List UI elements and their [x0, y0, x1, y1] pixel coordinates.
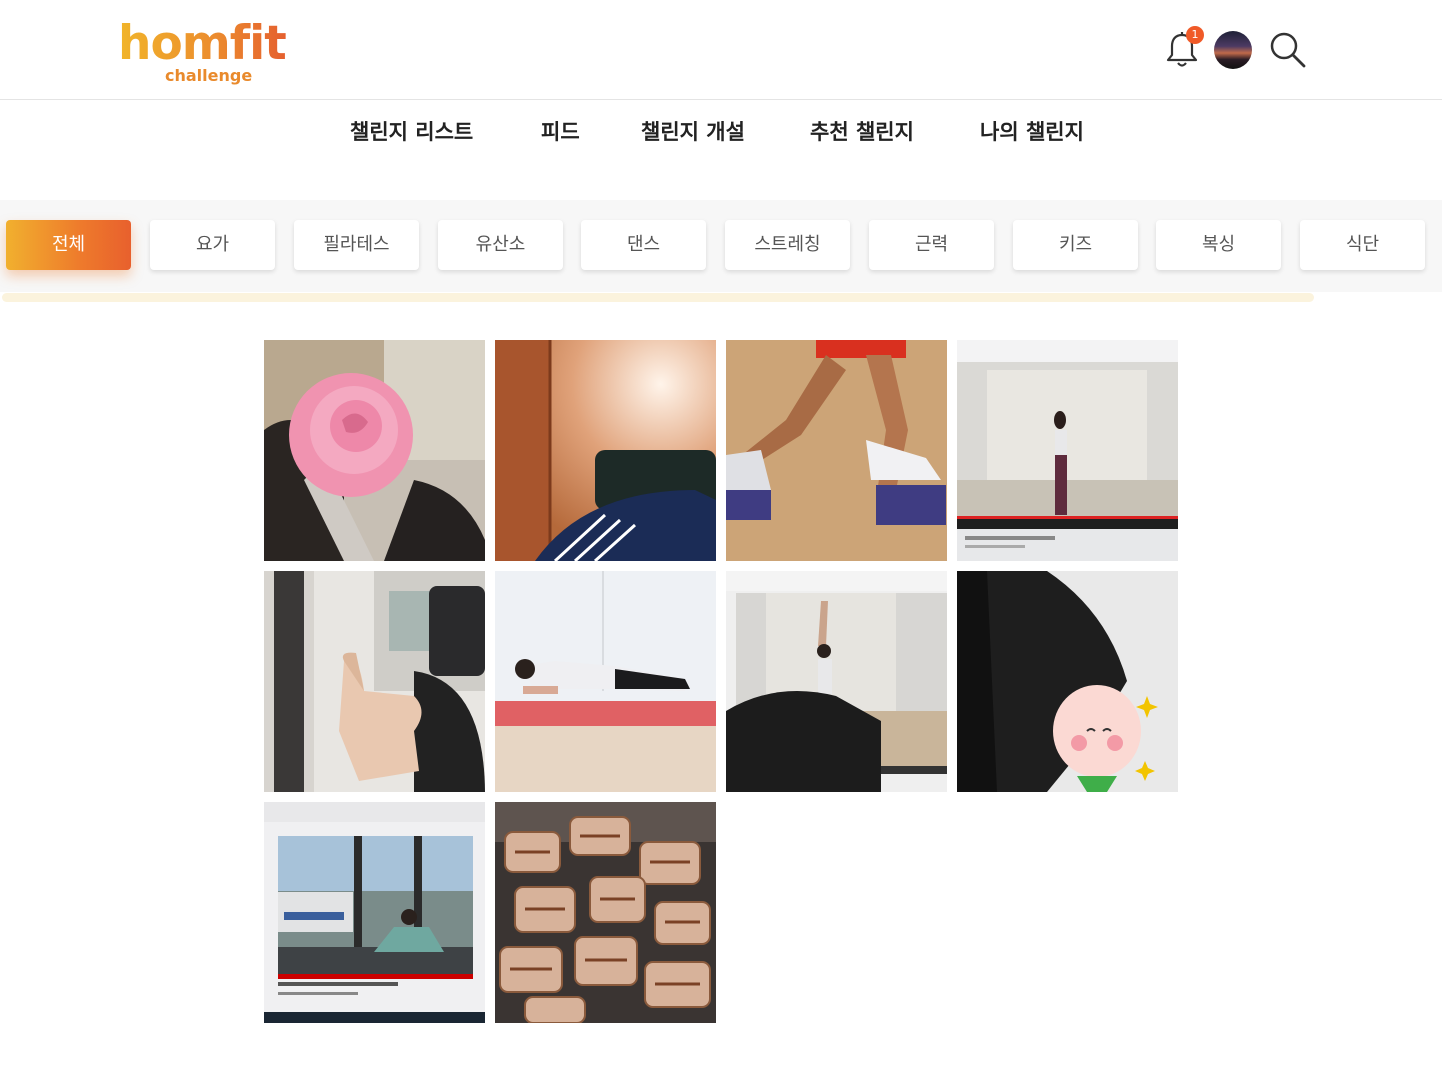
user-avatar[interactable]: [1214, 31, 1252, 69]
nav-feed[interactable]: 피드: [541, 116, 580, 146]
feed-thumbnail[interactable]: [495, 802, 716, 1023]
feed-thumbnail[interactable]: [957, 340, 1178, 561]
feed-thumbnail[interactable]: [957, 571, 1178, 792]
nav-recommended[interactable]: 추천 챌린지: [810, 116, 914, 146]
category-strength[interactable]: 근력: [869, 220, 994, 270]
category-boxing[interactable]: 복싱: [1156, 220, 1281, 270]
category-kids[interactable]: 키즈: [1013, 220, 1138, 270]
category-all[interactable]: 전체: [6, 220, 131, 270]
feed-thumbnail[interactable]: [726, 571, 947, 792]
category-bar: 전체 요가 필라테스 유산소 댄스 스트레칭 근력 키즈 복싱 식단: [0, 200, 1442, 292]
feed-grid: [264, 340, 1178, 1023]
feed-thumbnail[interactable]: [495, 571, 716, 792]
feed-thumbnail[interactable]: [264, 340, 485, 561]
nav-create-challenge[interactable]: 챌린지 개설: [641, 116, 745, 146]
photo-grilled-pork: [495, 802, 716, 1023]
feed-thumbnail[interactable]: [726, 340, 947, 561]
photo-video-standing: [957, 340, 1178, 561]
photo-video-stretch: [726, 571, 947, 792]
category-pilates[interactable]: 필라테스: [294, 220, 419, 270]
photo-rose-selfie: [264, 340, 485, 561]
category-cardio[interactable]: 유산소: [438, 220, 563, 270]
category-diet[interactable]: 식단: [1300, 220, 1425, 270]
photo-jacket-sticker: [957, 571, 1178, 792]
search-icon: [1270, 32, 1306, 68]
feed-thumbnail[interactable]: [264, 802, 485, 1023]
logo-text: homfit: [118, 14, 287, 74]
main-nav: 챌린지 리스트 피드 챌린지 개설 추천 챌린지 나의 챌린지: [0, 100, 1442, 160]
homfit-logo[interactable]: homfit challenge: [118, 14, 308, 94]
header-actions: 1: [1164, 26, 1314, 72]
notification-badge: 1: [1186, 26, 1204, 44]
search-button[interactable]: [1268, 30, 1308, 70]
category-scrollbar[interactable]: [2, 293, 1314, 302]
feed-thumbnail[interactable]: [495, 340, 716, 561]
photo-laptop-yoga: [264, 802, 485, 1023]
nav-my-challenge[interactable]: 나의 챌린지: [980, 116, 1084, 146]
photo-legs-lunge: [726, 340, 947, 561]
top-header: homfit challenge 1: [0, 0, 1442, 100]
logo-subtext: challenge: [165, 66, 253, 85]
notification-button[interactable]: 1: [1164, 26, 1204, 70]
photo-plank: [495, 571, 716, 792]
photo-office-chair: [495, 340, 716, 561]
photo-thumbs-up: [264, 571, 485, 792]
feed-thumbnail[interactable]: [264, 571, 485, 792]
category-yoga[interactable]: 요가: [150, 220, 275, 270]
category-stretching[interactable]: 스트레칭: [725, 220, 850, 270]
category-dance[interactable]: 댄스: [581, 220, 706, 270]
nav-challenge-list[interactable]: 챌린지 리스트: [350, 116, 473, 146]
